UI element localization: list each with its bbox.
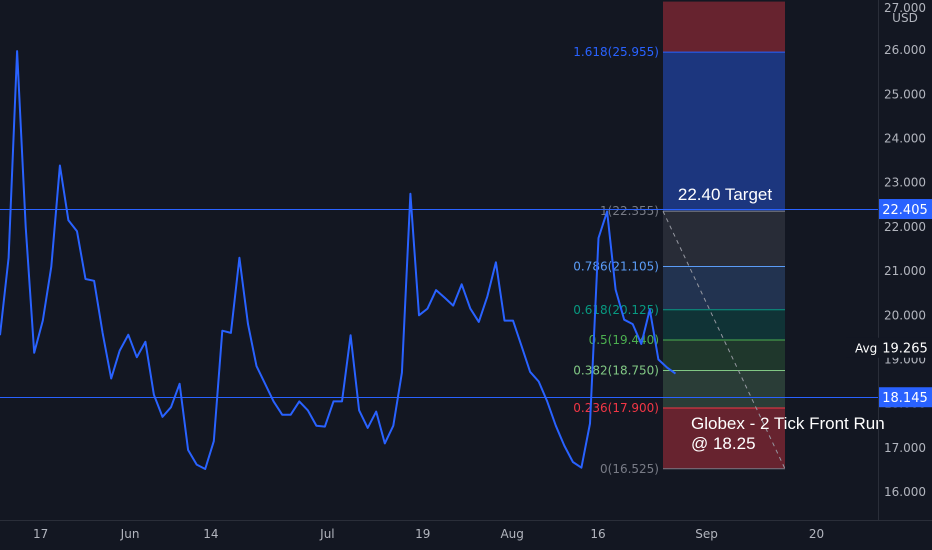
x-tick-label: 17 — [33, 527, 48, 541]
x-tick-label: 14 — [203, 527, 218, 541]
fib-zone-6 — [663, 370, 785, 409]
currency-label: USD — [892, 11, 918, 25]
y-tick-label: 22.000 — [884, 220, 926, 234]
annotation-globex-line2: @ 18.25 — [691, 434, 756, 453]
y-tick-label: 16.000 — [884, 485, 926, 499]
fib-level-label-0: 1.618(25.955) — [573, 45, 659, 59]
plot-background — [0, 0, 932, 550]
avg-label: Avg — [855, 342, 877, 356]
price-label-0: 22.405 — [882, 203, 928, 218]
annotation-globex-line1: Globex - 2 Tick Front Run — [691, 414, 885, 433]
y-tick-label: 24.000 — [884, 132, 926, 146]
fib-level-label-5: 0.382(18.750) — [573, 364, 659, 378]
y-tick-label: 20.000 — [884, 308, 926, 322]
fib-level-label-4: 0.5(19.440) — [589, 333, 659, 347]
fibonacci-zones — [663, 1, 785, 469]
fib-zone-4 — [663, 309, 785, 341]
fib-level-label-3: 0.618(20.125) — [573, 303, 659, 317]
x-tick-label: Sep — [695, 527, 718, 541]
fib-zone-0 — [663, 1, 785, 53]
fib-level-label-7: 0(16.525) — [600, 462, 659, 476]
price-label-1: 18.145 — [882, 391, 928, 406]
y-tick-label: 23.000 — [884, 176, 926, 190]
x-tick-label: 16 — [590, 527, 605, 541]
y-tick-label: 25.000 — [884, 87, 926, 101]
y-tick-label: 26.000 — [884, 43, 926, 57]
fib-level-label-2: 0.786(21.105) — [573, 259, 659, 273]
fib-level-label-6: 0.236(17.900) — [573, 401, 659, 415]
fib-zone-5 — [663, 340, 785, 371]
avg-price-label: 19.265 — [882, 342, 928, 357]
fib-zone-3 — [663, 266, 785, 310]
chart-canvas[interactable]: 1.618(25.955) 1(22.355) 0.786(21.105) 0.618… — [0, 0, 932, 550]
y-tick-label: 21.000 — [884, 264, 926, 278]
fib-zone-2 — [663, 211, 785, 267]
x-tick-label: Aug — [500, 527, 523, 541]
x-tick-label: 19 — [415, 527, 430, 541]
y-tick-label: 17.000 — [884, 441, 926, 455]
x-tick-label: Jul — [319, 527, 334, 541]
annotation-target: 22.40 Target — [678, 185, 772, 204]
x-tick-label: 20 — [809, 527, 824, 541]
x-tick-label: Jun — [120, 527, 140, 541]
fib-level-label-1: 1(22.355) — [600, 204, 659, 218]
